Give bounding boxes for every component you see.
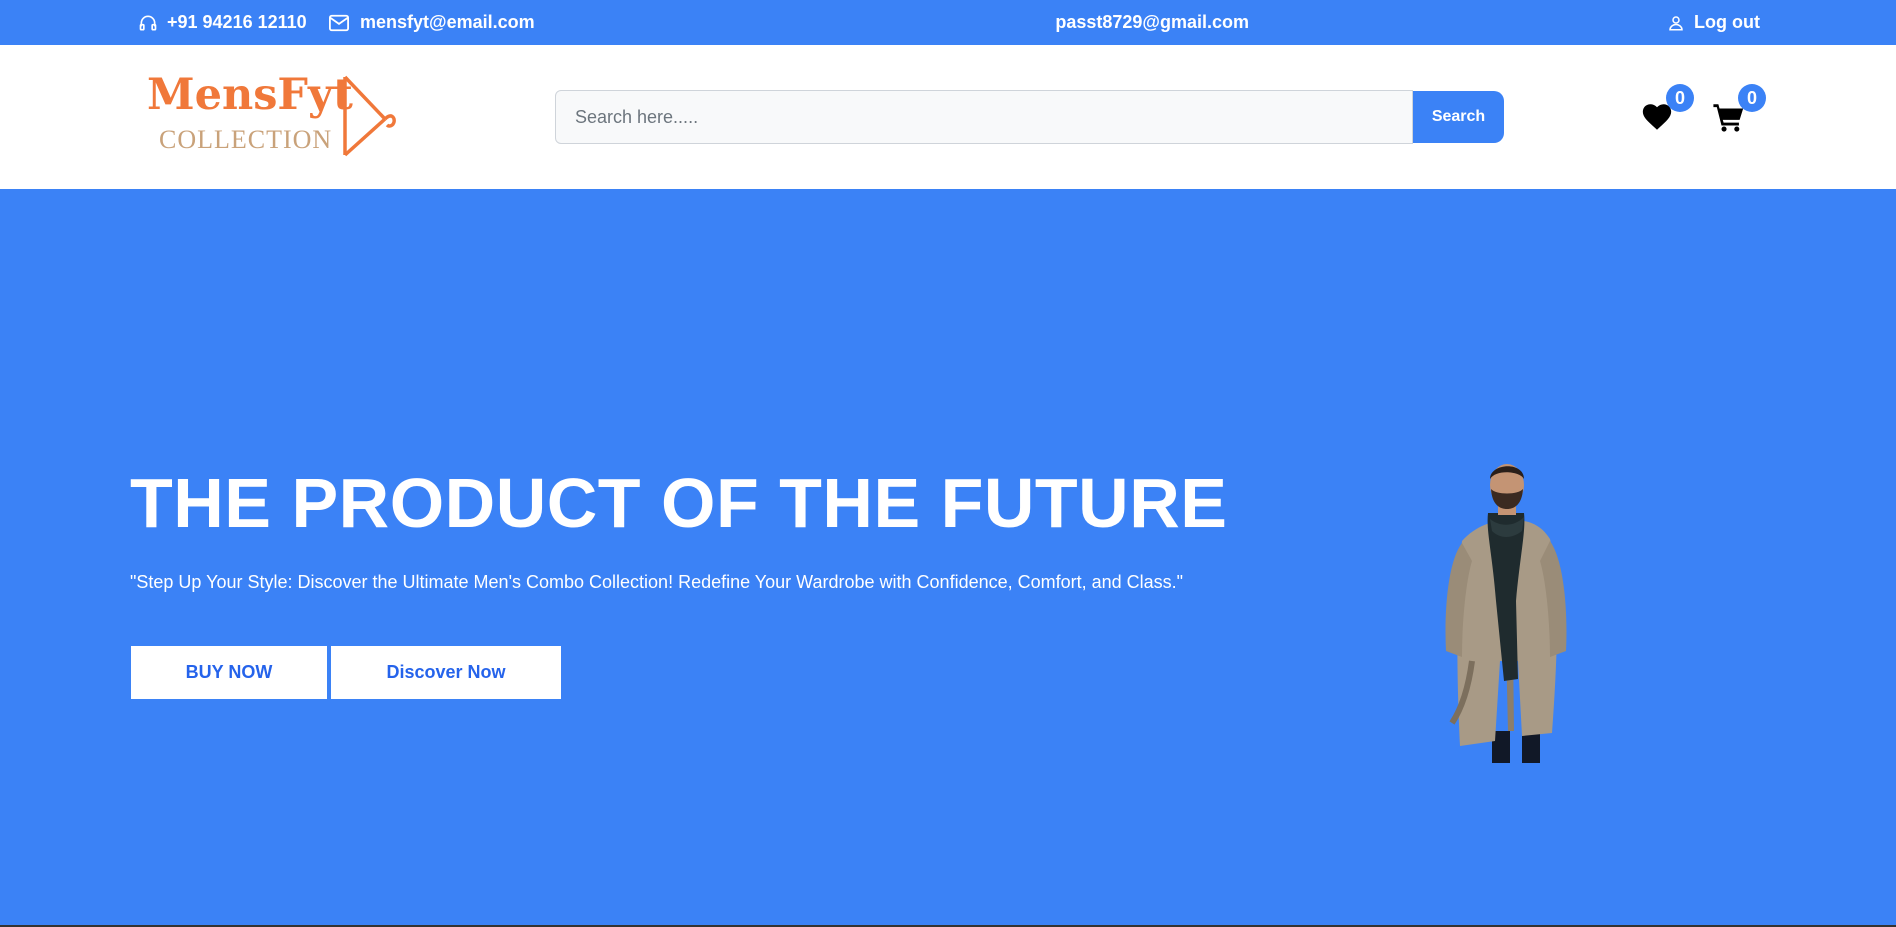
search-input[interactable]	[555, 90, 1413, 144]
hero-banner: THE PRODUCT OF THE FUTURE "Step Up Your …	[0, 189, 1896, 927]
hanger-icon	[343, 75, 396, 157]
logo-brand: MensFyt	[147, 70, 353, 120]
top-bar: +91 94216 12110 mensfyt@email.com passt8…	[0, 0, 1896, 45]
user-email[interactable]: passt8729@gmail.com	[1055, 0, 1249, 45]
buy-now-button[interactable]: BUY NOW	[131, 646, 327, 699]
logo[interactable]: MensFyt COLLECTION	[147, 72, 397, 158]
envelope-icon	[329, 14, 349, 31]
headset-icon	[139, 15, 157, 30]
cart-count-badge: 0	[1738, 84, 1766, 112]
logo-sub: COLLECTION	[159, 125, 333, 154]
phone-number: +91 94216 12110	[167, 12, 307, 32]
discover-now-button[interactable]: Discover Now	[331, 646, 561, 699]
contact-email: mensfyt@email.com	[360, 12, 535, 32]
logout-link[interactable]: Log out	[1667, 0, 1760, 45]
search-button[interactable]: Search	[1413, 91, 1504, 143]
hero-text: "Step Up Your Style: Discover the Ultima…	[130, 572, 1184, 592]
search-bar: Search	[555, 90, 1504, 144]
model-image	[1445, 464, 1567, 763]
email-contact[interactable]: mensfyt@email.com	[328, 0, 535, 45]
hero-title: THE PRODUCT OF THE FUTURE	[130, 464, 1228, 542]
user-icon	[1669, 15, 1683, 30]
wishlist-count-badge: 0	[1666, 84, 1694, 112]
logout-label: Log out	[1694, 12, 1760, 32]
phone-contact[interactable]: +91 94216 12110	[138, 0, 307, 45]
